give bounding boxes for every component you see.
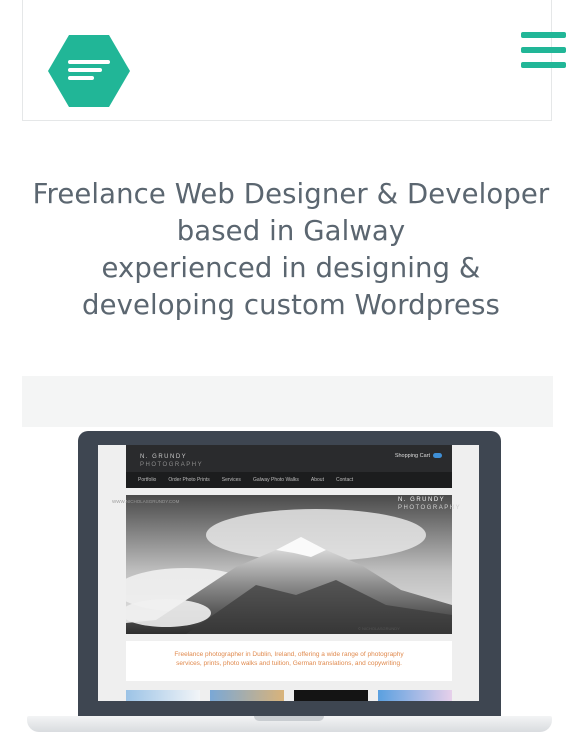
site-nav: Portfolio Order Photo Prints Services Ga… — [126, 472, 452, 488]
site-nav-item[interactable]: Services — [222, 477, 241, 483]
cart-count-badge — [433, 453, 442, 459]
site-tagline: Freelance photographer in Dublin, Irelan… — [126, 641, 452, 681]
site-top-bar: N. GRUNDY PHOTOGRAPHY Shopping Cart Port… — [126, 445, 452, 488]
tagline-line: Freelance photographer in Dublin, Irelan… — [174, 651, 404, 658]
photo-brand-sub: PHOTOGRAPHY — [398, 505, 462, 511]
photo-credit: © NICHOLASGRUNDY — [358, 626, 400, 631]
site-url-watermark: WWW.NICHOLASGRUNDY.COM — [112, 499, 180, 504]
site-header — [22, 0, 552, 121]
site-nav-item[interactable]: About — [311, 477, 324, 483]
site-nav-item[interactable]: Contact — [336, 477, 353, 483]
hero-line: developing custom Wordpress — [82, 289, 500, 321]
thumbnail-strip — [126, 690, 452, 701]
site-brand-sub: PHOTOGRAPHY — [140, 462, 204, 468]
hexagon-logo-icon[interactable] — [48, 35, 130, 107]
hero-line: Freelance Web Designer & Developer — [32, 178, 550, 210]
site-nav-item[interactable]: Galway Photo Walks — [253, 477, 299, 483]
hamburger-menu-icon[interactable] — [521, 32, 566, 70]
cart-label: Shopping Cart — [394, 453, 430, 459]
photo-brand: N. GRUNDY — [398, 497, 446, 503]
hero-heading: Freelance Web Designer & Developer based… — [0, 176, 582, 324]
laptop-screen: N. GRUNDY PHOTOGRAPHY Shopping Cart Port… — [98, 445, 479, 701]
section-band — [22, 376, 553, 427]
site-nav-item[interactable]: Portfolio — [138, 477, 156, 483]
hero-line: based in Galway — [176, 215, 406, 247]
tagline-line: services, prints, photo walks and tuitio… — [176, 660, 402, 667]
laptop-notch — [254, 716, 324, 721]
mountain-photo — [126, 495, 452, 634]
thumbnail[interactable] — [210, 690, 284, 701]
thumbnail[interactable] — [294, 690, 368, 701]
shopping-cart-link[interactable]: Shopping Cart — [395, 453, 442, 459]
site-nav-item[interactable]: Order Photo Prints — [168, 477, 209, 483]
site-brand: N. GRUNDY — [140, 454, 188, 460]
hero-line: experienced in designing & — [101, 252, 481, 284]
thumbnail[interactable] — [378, 690, 452, 701]
thumbnail[interactable] — [126, 690, 200, 701]
